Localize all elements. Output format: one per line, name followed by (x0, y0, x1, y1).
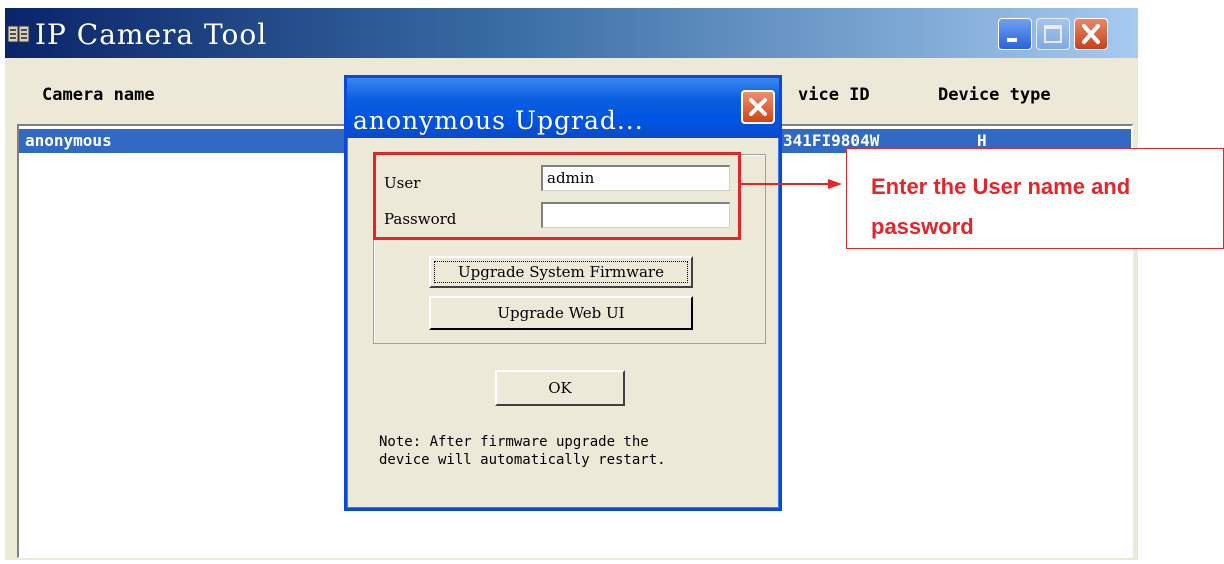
arrow-icon (740, 179, 842, 189)
dialog-title-bar[interactable]: anonymous Upgrad... (347, 78, 779, 138)
upgrade-dialog: anonymous Upgrad... User admin Password … (344, 75, 782, 511)
column-header-device-id[interactable]: vice ID (798, 85, 870, 105)
column-header-camera-name[interactable]: Camera name (42, 85, 155, 105)
upgrade-web-ui-button[interactable]: Upgrade Web UI (429, 296, 693, 330)
annotation-callout: Enter the User name and password (846, 148, 1224, 249)
annotation-text: Enter the User name and password (871, 174, 1131, 239)
close-button[interactable] (1074, 18, 1108, 50)
main-title-bar[interactable]: IP Camera Tool (5, 8, 1138, 58)
upgrade-system-firmware-button[interactable]: Upgrade System Firmware (429, 256, 693, 288)
minimize-icon (1007, 38, 1017, 42)
window-title: IP Camera Tool (35, 18, 268, 51)
close-icon (749, 98, 767, 116)
close-icon (1082, 24, 1100, 44)
maximize-icon (1044, 25, 1062, 43)
camera-name-cell: anonymous (25, 131, 112, 150)
minimize-button[interactable] (998, 18, 1032, 50)
upgrade-note: Note: After firmware upgrade the device … (379, 434, 666, 468)
column-header-device-type[interactable]: Device type (938, 85, 1051, 105)
dialog-close-button[interactable] (741, 90, 775, 124)
app-icon (7, 25, 30, 43)
dialog-title: anonymous Upgrad... (353, 106, 644, 135)
highlight-box (373, 152, 741, 240)
ok-button[interactable]: OK (495, 370, 625, 406)
maximize-button[interactable] (1036, 18, 1070, 50)
